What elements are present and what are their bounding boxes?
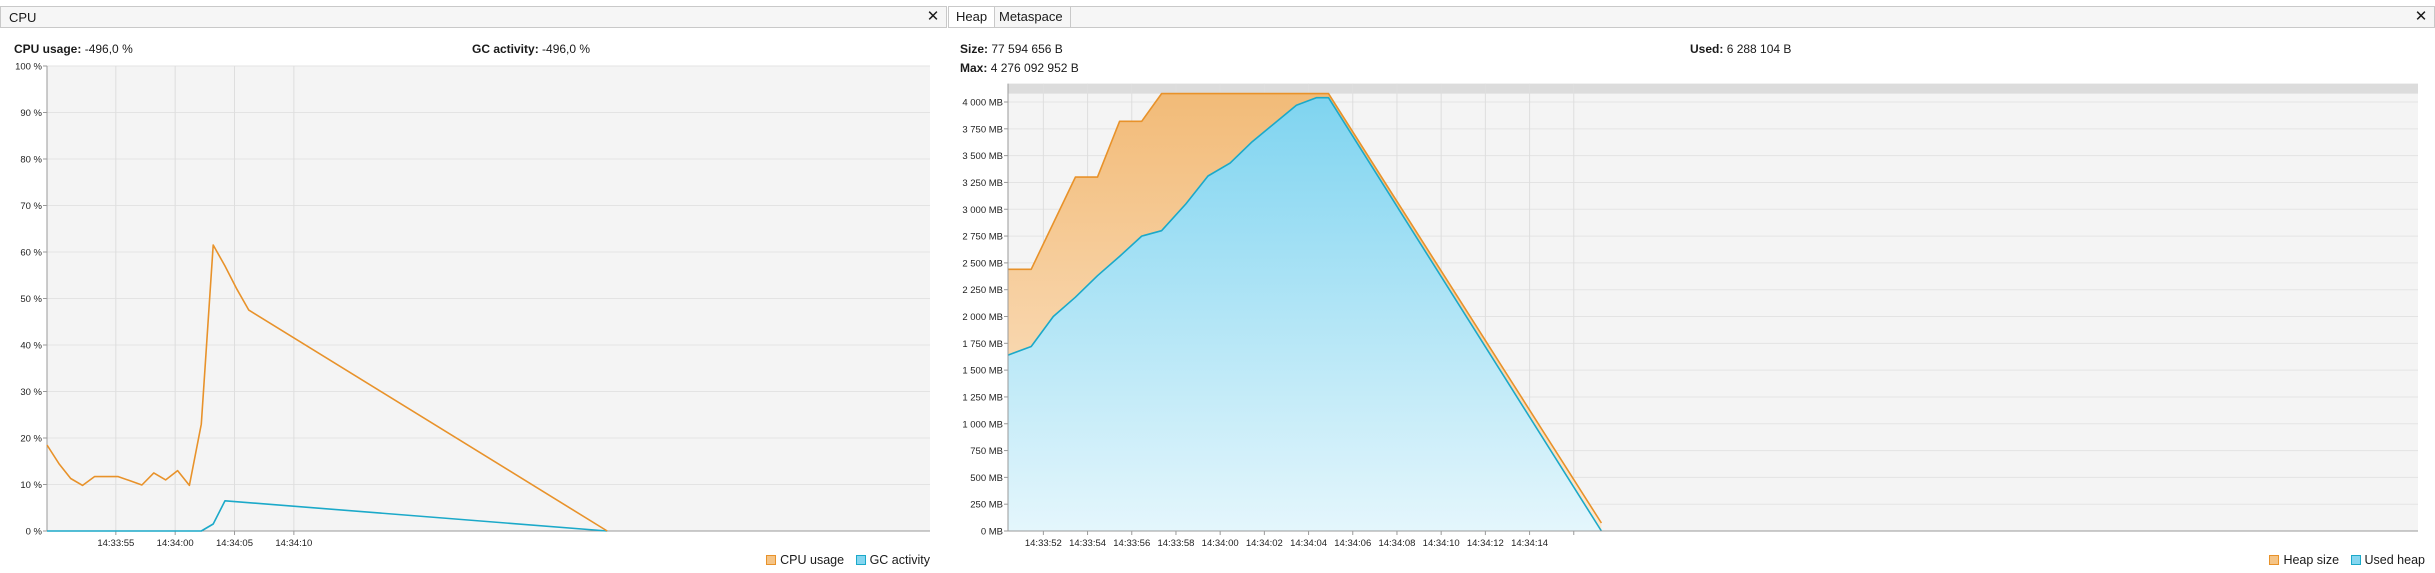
heap-y-tick-label: 1 250 MB: [962, 392, 1003, 403]
cpu-y-tick-label: 70 %: [20, 201, 42, 212]
cpu-y-tick-label: 90 %: [20, 108, 42, 119]
heap-y-tick-label: 4 000 MB: [962, 98, 1003, 109]
heap-y-tick-label: 250 MB: [970, 500, 1003, 511]
legend-item-heap-size: Heap size: [2269, 553, 2339, 567]
heap-size-swatch: [2269, 555, 2280, 565]
heap-max-band: [1008, 83, 2418, 94]
heap-panel: Heap Metaspace ✕ Size: 77 594 656 B Used…: [948, 0, 2435, 573]
cpu-y-tick-label: 80 %: [20, 155, 42, 166]
legend-label-used-heap: Used heap: [2364, 553, 2425, 567]
heap-chart: 0 MB 250 MB 500 MB 750 MB 1 000 MB 1 250 MB 1 …: [962, 83, 2418, 549]
heap-y-tick-label: 2 750 MB: [962, 232, 1003, 243]
used-heap-swatch: [2350, 555, 2361, 565]
cpu-x-tick-label: 14:34:10: [275, 538, 312, 549]
heap-y-tick-label: 2 250 MB: [962, 285, 1003, 296]
heap-y-tick-label: 3 250 MB: [962, 178, 1003, 189]
heap-x-tick-label: 14:34:14: [1511, 538, 1548, 549]
heap-legend: Heap size Used heap: [2261, 553, 2425, 567]
heap-y-tick-label: 3 750 MB: [962, 124, 1003, 135]
heap-x-tick-label: 14:34:08: [1378, 538, 1415, 549]
heap-y-tick-label: 3 000 MB: [962, 205, 1003, 216]
heap-x-tick-label: 14:34:06: [1334, 538, 1371, 549]
legend-item-gc-activity: GC activity: [855, 553, 930, 567]
cpu-y-tick-label: 30 %: [20, 387, 42, 398]
heap-y-tick-label: 0 MB: [981, 527, 1003, 538]
cpu-y-tick-label: 100 %: [15, 62, 42, 73]
heap-x-tick-label: 14:34:00: [1202, 538, 1239, 549]
cpu-usage-swatch: [766, 555, 777, 565]
heap-y-tick-label: 3 500 MB: [962, 151, 1003, 162]
cpu-y-tick-label: 60 %: [20, 248, 42, 259]
heap-y-tick-label: 1 000 MB: [962, 419, 1003, 430]
heap-y-tick-label: 1 750 MB: [962, 339, 1003, 350]
heap-y-tick-label: 500 MB: [970, 473, 1003, 484]
heap-x-tick-label: 14:33:52: [1025, 538, 1062, 549]
cpu-y-tick-label: 20 %: [20, 434, 42, 445]
legend-item-used-heap: Used heap: [2350, 553, 2425, 567]
cpu-y-tick-label: 50 %: [20, 294, 42, 305]
gc-activity-swatch: [855, 555, 866, 565]
cpu-legend: CPU usage GC activity: [758, 553, 930, 567]
cpu-y-tick-label: 10 %: [20, 480, 42, 491]
cpu-x-tick-label: 14:34:00: [157, 538, 194, 549]
cpu-y-tick-label: 40 %: [20, 341, 42, 352]
cpu-panel: CPU ✕ CPU usage: -496,0 % GC activity: -…: [0, 0, 947, 573]
cpu-y-tick-label: 0 %: [26, 527, 43, 538]
heap-y-tick-label: 2 000 MB: [962, 312, 1003, 323]
legend-label-gc-activity: GC activity: [869, 553, 930, 567]
heap-y-tick-label: 2 500 MB: [962, 258, 1003, 269]
heap-x-tick-label: 14:34:02: [1246, 538, 1283, 549]
heap-x-tick-label: 14:33:56: [1113, 538, 1150, 549]
legend-item-cpu-usage: CPU usage: [766, 553, 844, 567]
heap-x-tick-label: 14:33:54: [1069, 538, 1106, 549]
heap-y-tick-label: 1 500 MB: [962, 366, 1003, 377]
cpu-chart: 0 % 10 % 20 % 30 % 40 % 50 % 60 % 70 % 80 % 90 % 1…: [15, 62, 930, 549]
heap-x-tick-label: 14:33:58: [1157, 538, 1194, 549]
heap-x-tick-label: 14:34:04: [1290, 538, 1327, 549]
legend-label-heap-size: Heap size: [2283, 553, 2340, 567]
heap-x-tick-label: 14:34:10: [1423, 538, 1460, 549]
cpu-x-tick-label: 14:33:55: [97, 538, 134, 549]
legend-label-cpu-usage: CPU usage: [780, 553, 845, 567]
heap-x-tick-label: 14:34:12: [1467, 538, 1504, 549]
cpu-x-tick-label: 14:34:05: [216, 538, 253, 549]
heap-y-tick-label: 750 MB: [970, 446, 1003, 457]
